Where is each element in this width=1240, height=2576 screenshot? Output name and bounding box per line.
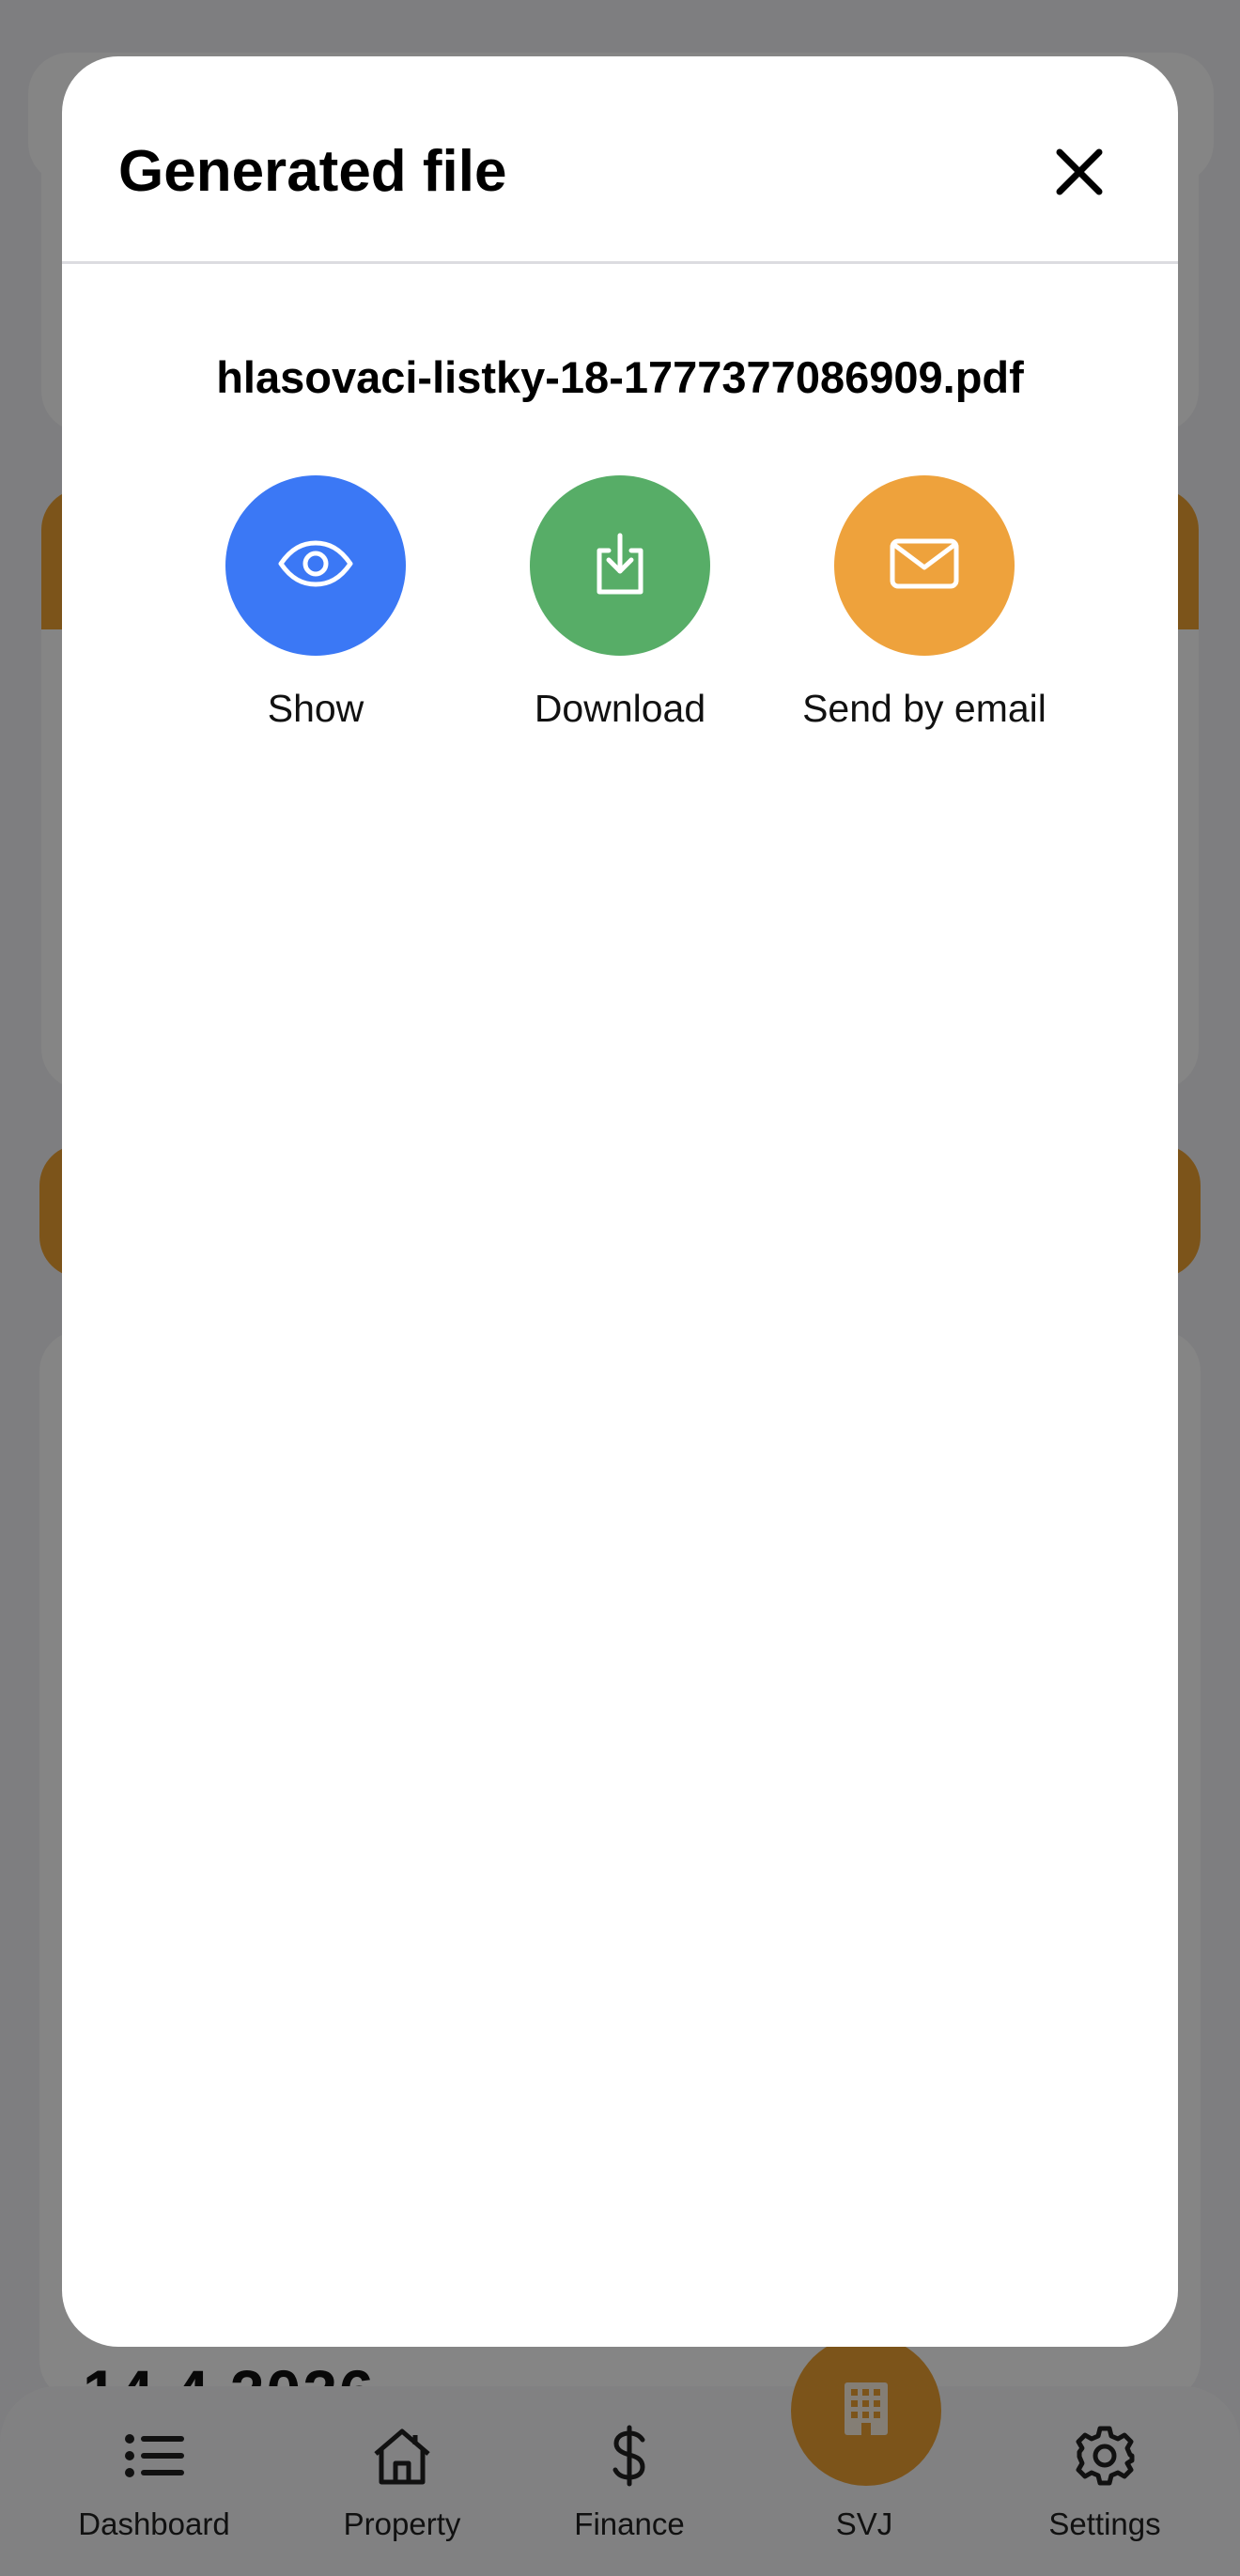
download-button-circle[interactable]: [530, 475, 710, 656]
file-actions: Show Download Send by email: [62, 475, 1178, 757]
modal-header: Generated file: [62, 56, 1178, 264]
send-by-email-label: Send by email: [802, 687, 1046, 730]
send-by-email-button[interactable]: Send by email: [783, 475, 1065, 728]
file-name: hlasovaci-listky-18-1777377086909.pdf: [216, 352, 1024, 402]
download-button[interactable]: Download: [479, 475, 761, 728]
show-button[interactable]: Show: [175, 475, 457, 728]
close-icon: [1055, 147, 1104, 201]
eye-icon: [278, 539, 353, 593]
download-icon: [592, 532, 648, 600]
show-button-circle[interactable]: [225, 475, 406, 656]
generated-file-modal: Generated file hlasovaci-listky-18-17773…: [62, 56, 1178, 2347]
send-by-email-button-circle[interactable]: [834, 475, 1015, 656]
show-label: Show: [267, 687, 364, 730]
modal-title: Generated file: [118, 139, 507, 204]
envelope-icon: [889, 537, 960, 595]
download-label: Download: [534, 687, 706, 730]
close-button[interactable]: [1046, 141, 1112, 207]
